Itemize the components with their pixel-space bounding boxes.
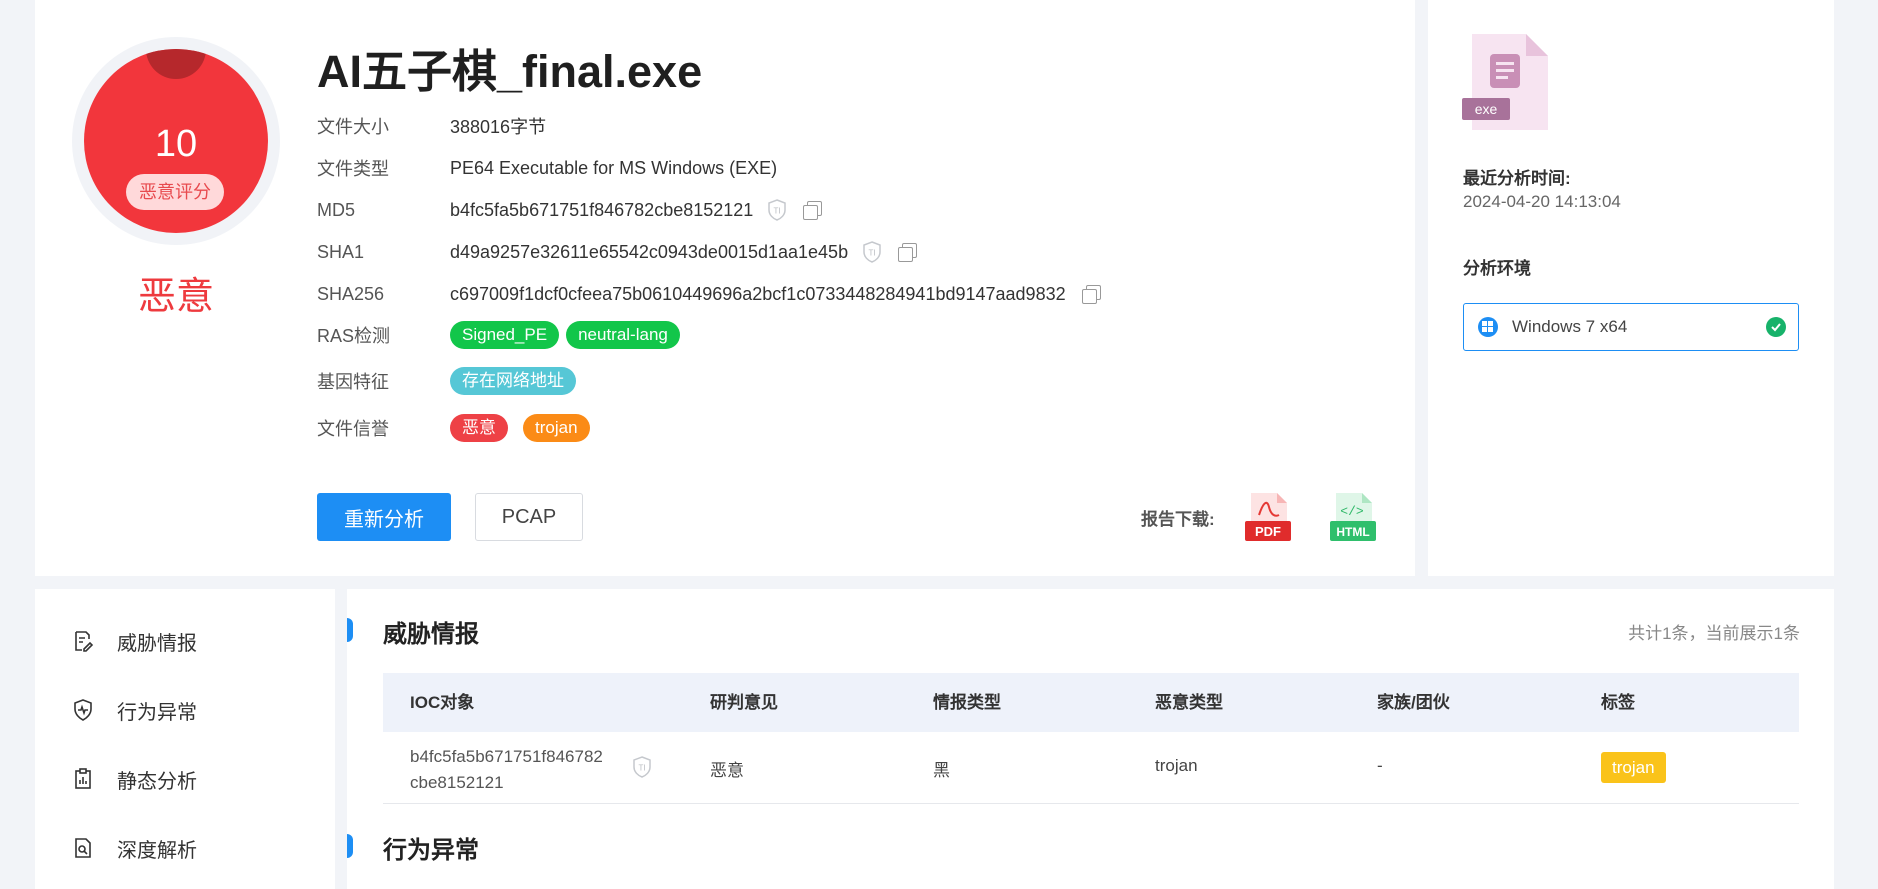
score-value: 10	[154, 123, 198, 165]
column-header: 恶意类型	[1155, 693, 1223, 712]
md5-value: b4fc5fa5b671751f846782cbe8152121	[450, 199, 754, 220]
report-edit-icon	[75, 631, 94, 652]
nav-label: 静态分析	[117, 770, 197, 793]
nav-item-behavior[interactable]: 行为异常	[71, 692, 197, 728]
reputation-tag: 恶意	[450, 414, 508, 442]
threat-table-header: IOC对象 研判意见 情报类型 恶意类型 家族/团伙 标签	[383, 673, 1799, 732]
check-icon	[1766, 317, 1786, 337]
svg-text:TI: TI	[638, 764, 645, 773]
info-label: MD5	[317, 199, 356, 220]
html-download-icon[interactable]: </> HTML	[1330, 493, 1376, 541]
pcap-button[interactable]: PCAP	[475, 493, 583, 541]
info-row-type: 文件类型 PE64 Executable for MS Windows (EXE…	[317, 153, 1397, 183]
windows-icon	[1478, 317, 1498, 337]
threat-intel-icon[interactable]: TI	[767, 199, 787, 221]
threat-intel-icon[interactable]: TI	[862, 241, 882, 263]
nav-item-static[interactable]: 静态分析	[71, 761, 197, 797]
last-analysis-time: 2024-04-20 14:13:04	[1463, 192, 1621, 211]
threat-intel-title: 威胁情报	[383, 621, 479, 648]
info-row-sha256: SHA256 c697009f1dcf0cfeea75b0610449696a2…	[317, 279, 1397, 309]
sha256-value: c697009f1dcf0cfeea75b0610449696a2bcf1c07…	[450, 283, 1066, 304]
section-marker	[347, 834, 353, 858]
info-label: 文件类型	[317, 159, 389, 179]
reputation-tag: trojan	[523, 414, 590, 442]
svg-text:exe: exe	[1475, 101, 1498, 117]
info-value: PE64 Executable for MS Windows (EXE)	[450, 157, 778, 178]
intel-type-cell: 黑	[933, 761, 950, 780]
verdict-text: 恶意	[137, 276, 214, 318]
info-value: 388016字节	[450, 117, 547, 137]
section-marker	[347, 618, 353, 642]
nav-label: 威胁情报	[117, 632, 197, 655]
sha1-value: d49a9257e32611e65542c0943de0015d1aa1e45b	[450, 241, 849, 262]
info-row-sha1: SHA1 d49a9257e32611e65542c0943de0015d1aa…	[317, 237, 1397, 267]
score-label: 恶意评分	[126, 174, 224, 210]
svg-text:HTML: HTML	[1336, 525, 1369, 539]
download-label: 报告下载:	[1141, 510, 1215, 529]
info-label: RAS检测	[317, 326, 391, 346]
last-analysis-label: 最近分析时间:	[1463, 169, 1571, 188]
threat-intel-count: 共计1条，当前展示1条	[1628, 624, 1800, 643]
svg-text:</>: </>	[1340, 504, 1364, 519]
info-row-md5: MD5 b4fc5fa5b671751f846782cbe8152121 TI	[317, 195, 1397, 225]
behavior-title: 行为异常	[383, 837, 479, 864]
nav-item-threat-intel[interactable]: 威胁情报	[71, 623, 197, 659]
threat-intel-icon[interactable]: TI	[632, 756, 652, 783]
pdf-download-icon[interactable]: PDF	[1245, 493, 1291, 541]
reanalyze-button[interactable]: 重新分析	[317, 493, 451, 541]
opinion-cell: 恶意	[710, 761, 744, 780]
column-header: 研判意见	[710, 693, 778, 712]
info-label: 基因特征	[317, 372, 389, 392]
column-header: 情报类型	[933, 693, 1001, 712]
doc-search-icon	[75, 838, 91, 858]
exe-file-icon: exe	[1462, 34, 1548, 130]
ras-tag: Signed_PE	[450, 321, 560, 349]
info-row-reputation: 文件信誉 恶意 trojan	[317, 413, 1397, 443]
malware-type-cell: trojan	[1155, 756, 1198, 775]
svg-text:PDF: PDF	[1255, 524, 1281, 539]
file-name-title: AI五子棋_final.exe	[317, 46, 703, 97]
info-label: 文件信誉	[317, 419, 389, 439]
svg-text:TI: TI	[869, 249, 876, 258]
copy-icon[interactable]	[1081, 285, 1101, 304]
copy-icon[interactable]	[898, 243, 918, 262]
copy-icon[interactable]	[803, 201, 823, 220]
column-header: 标签	[1601, 693, 1635, 712]
svg-text:TI: TI	[774, 207, 781, 216]
info-row-size: 文件大小 388016字节	[317, 111, 1397, 141]
gene-tag: 存在网络地址	[450, 367, 576, 395]
clipboard-chart-icon	[75, 768, 91, 789]
family-cell: -	[1377, 756, 1383, 775]
info-row-gene: 基因特征 存在网络地址	[317, 366, 1397, 396]
info-label: SHA1	[317, 241, 365, 262]
ras-tag: neutral-lang	[566, 321, 680, 349]
env-label: 分析环境	[1463, 259, 1531, 278]
nav-label: 深度解析	[117, 839, 197, 862]
score-gauge: 10 恶意评分	[72, 37, 280, 245]
info-label: 文件大小	[317, 117, 389, 137]
env-value: Windows 7 x64	[1512, 317, 1628, 336]
shield-pulse-icon	[74, 699, 92, 721]
info-row-ras: RAS检测 Signed_PE neutral-lang	[317, 320, 1397, 350]
nav-label: 行为异常	[117, 701, 197, 724]
column-header: 家族/团伙	[1377, 693, 1450, 712]
column-header: IOC对象	[410, 693, 475, 712]
table-row: b4fc5fa5b671751f846782 cbe8152121 TI 恶意 …	[383, 732, 1799, 804]
label-tag: trojan	[1601, 752, 1666, 783]
score-circle: 10 恶意评分	[84, 49, 268, 233]
env-option[interactable]: Windows 7 x64	[1463, 303, 1799, 351]
nav-item-deep-analysis[interactable]: 深度解析	[71, 830, 197, 866]
info-label: SHA256	[317, 283, 385, 304]
ioc-object[interactable]: b4fc5fa5b671751f846782 cbe8152121	[410, 744, 620, 796]
